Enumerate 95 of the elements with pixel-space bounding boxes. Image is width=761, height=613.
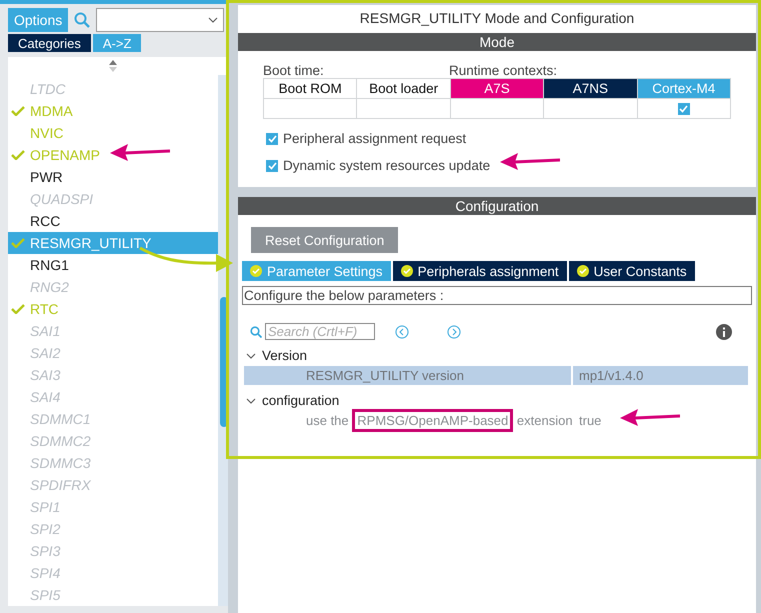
- peripheral-name: SDMMC3: [30, 455, 91, 471]
- check-circle-icon: [250, 265, 262, 277]
- peripheral-name: SPI1: [30, 499, 60, 515]
- peripheral-item[interactable]: OPENAMP: [8, 144, 218, 166]
- parameter-name: RESMGR_UTILITY version: [306, 368, 464, 383]
- peripheral-name: RESMGR_UTILITY: [30, 235, 152, 251]
- peripheral-item[interactable]: RNG2: [8, 276, 218, 298]
- peripheral-item[interactable]: RTC: [8, 298, 218, 320]
- config-tab[interactable]: Peripherals assignment: [392, 261, 567, 281]
- annotation-arrow: [620, 408, 680, 426]
- peripheral-item[interactable]: SAI1: [8, 320, 218, 342]
- peripheral-name: PWR: [30, 169, 63, 185]
- peripheral-name: RTC: [30, 301, 59, 317]
- group-label: Version: [262, 348, 308, 363]
- context-header: Cortex-M4: [638, 79, 731, 99]
- checkbox[interactable]: [266, 132, 278, 144]
- peripheral-name: SAI1: [30, 323, 60, 339]
- context-header: Boot loader: [357, 79, 451, 99]
- parameter-row[interactable]: use the RPMSG/OpenAMP-based extension true: [244, 411, 748, 430]
- group-label: configuration: [262, 393, 340, 408]
- peripheral-item[interactable]: SDMMC1: [8, 408, 218, 430]
- info-icon[interactable]: [716, 324, 732, 340]
- annotation-arrow: [110, 143, 170, 161]
- parameter-row[interactable]: RESMGR_UTILITY version mp1/v1.4.0: [244, 366, 748, 385]
- peripheral-name: RNG1: [30, 257, 69, 273]
- search-dropdown[interactable]: [96, 8, 224, 32]
- peripheral-item[interactable]: SAI2: [8, 342, 218, 364]
- chevron-down-icon[interactable]: [246, 350, 256, 360]
- search-icon[interactable]: [74, 12, 90, 28]
- peripheral-item[interactable]: RNG1: [8, 254, 218, 276]
- peripheral-name: SPDIFRX: [30, 477, 91, 493]
- peripheral-item[interactable]: SPI5: [8, 584, 218, 606]
- parameter-value: mp1/v1.4.0: [579, 368, 644, 383]
- chevron-down-icon: [208, 17, 218, 23]
- peripheral-item[interactable]: SPDIFRX: [8, 474, 218, 496]
- peripheral-item[interactable]: SAI4: [8, 386, 218, 408]
- peripheral-item[interactable]: QUADSPI: [8, 188, 218, 210]
- previous-icon[interactable]: [395, 324, 409, 338]
- peripheral-item[interactable]: LTDC: [8, 78, 218, 100]
- checkbox[interactable]: [678, 102, 690, 114]
- peripheral-item[interactable]: SPI1: [8, 496, 218, 518]
- peripheral-name: LTDC: [30, 81, 66, 97]
- peripheral-name: SPI3: [30, 543, 60, 559]
- peripheral-name: OPENAMP: [30, 147, 100, 163]
- context-header: Boot ROM: [264, 79, 358, 99]
- peripheral-name: NVIC: [30, 125, 64, 141]
- section-header: Mode: [238, 33, 756, 51]
- runtime-label: Runtime contexts:: [449, 63, 558, 78]
- peripheral-name: SDMMC1: [30, 411, 91, 427]
- peripheral-item[interactable]: PWR: [8, 166, 218, 188]
- peripheral-name: SDMMC2: [30, 433, 91, 449]
- peripheral-name: QUADSPI: [30, 191, 94, 207]
- peripheral-item[interactable]: SPI4: [8, 562, 218, 584]
- peripheral-item[interactable]: RCC: [8, 210, 218, 232]
- peripheral-name: SAI4: [30, 389, 60, 405]
- search-field[interactable]: Search (Crtl+F): [265, 323, 375, 340]
- peripheral-name: RNG2: [30, 279, 69, 295]
- boot-time-label: Boot time:: [263, 63, 325, 78]
- checkbox-label: Peripheral assignment request: [283, 131, 466, 146]
- peripheral-item[interactable]: NVIC: [8, 122, 218, 144]
- peripheral-name: SPI2: [30, 521, 60, 537]
- peripheral-item[interactable]: SDMMC3: [8, 452, 218, 474]
- section-header: Configuration: [238, 197, 756, 215]
- peripheral-name: SAI2: [30, 345, 60, 361]
- peripheral-item[interactable]: SDMMC2: [8, 430, 218, 452]
- parameter-value: true: [579, 413, 602, 428]
- description-field: Configure the below parameters :: [242, 286, 752, 305]
- peripheral-item[interactable]: MDMA: [8, 100, 218, 122]
- search-icon: [250, 326, 262, 338]
- context-header: A7NS: [544, 79, 638, 99]
- config-tab[interactable]: Parameter Settings: [242, 261, 391, 281]
- check-circle-icon: [576, 265, 589, 277]
- peripheral-item[interactable]: SAI3: [8, 364, 218, 386]
- annotation-arrow: [500, 152, 560, 170]
- peripheral-name: SPI4: [30, 565, 60, 581]
- checkbox[interactable]: [266, 160, 278, 172]
- check-circle-icon: [400, 265, 413, 277]
- options-button[interactable]: Options: [8, 8, 68, 32]
- next-icon[interactable]: [447, 324, 461, 338]
- view-tab[interactable]: A->Z: [92, 34, 142, 52]
- scroll-up-icon[interactable]: [109, 60, 117, 72]
- view-tab[interactable]: Categories: [8, 34, 91, 52]
- peripheral-name: RCC: [30, 213, 60, 229]
- peripheral-item[interactable]: SPI3: [8, 540, 218, 562]
- config-tab[interactable]: User Constants: [568, 261, 695, 281]
- checkbox-label: Dynamic system resources update: [283, 158, 490, 173]
- context-header: A7S: [450, 79, 544, 99]
- peripheral-item[interactable]: SPI2: [8, 518, 218, 540]
- chevron-down-icon[interactable]: [246, 396, 256, 406]
- peripheral-name: SAI3: [30, 367, 60, 383]
- peripheral-name: MDMA: [30, 103, 73, 119]
- reset-button[interactable]: Reset Configuration: [251, 227, 398, 253]
- peripheral-name: SPI5: [30, 587, 60, 603]
- panel-title: RESMGR_UTILITY Mode and Configuration: [358, 9, 636, 28]
- peripheral-item[interactable]: RESMGR_UTILITY: [8, 232, 218, 254]
